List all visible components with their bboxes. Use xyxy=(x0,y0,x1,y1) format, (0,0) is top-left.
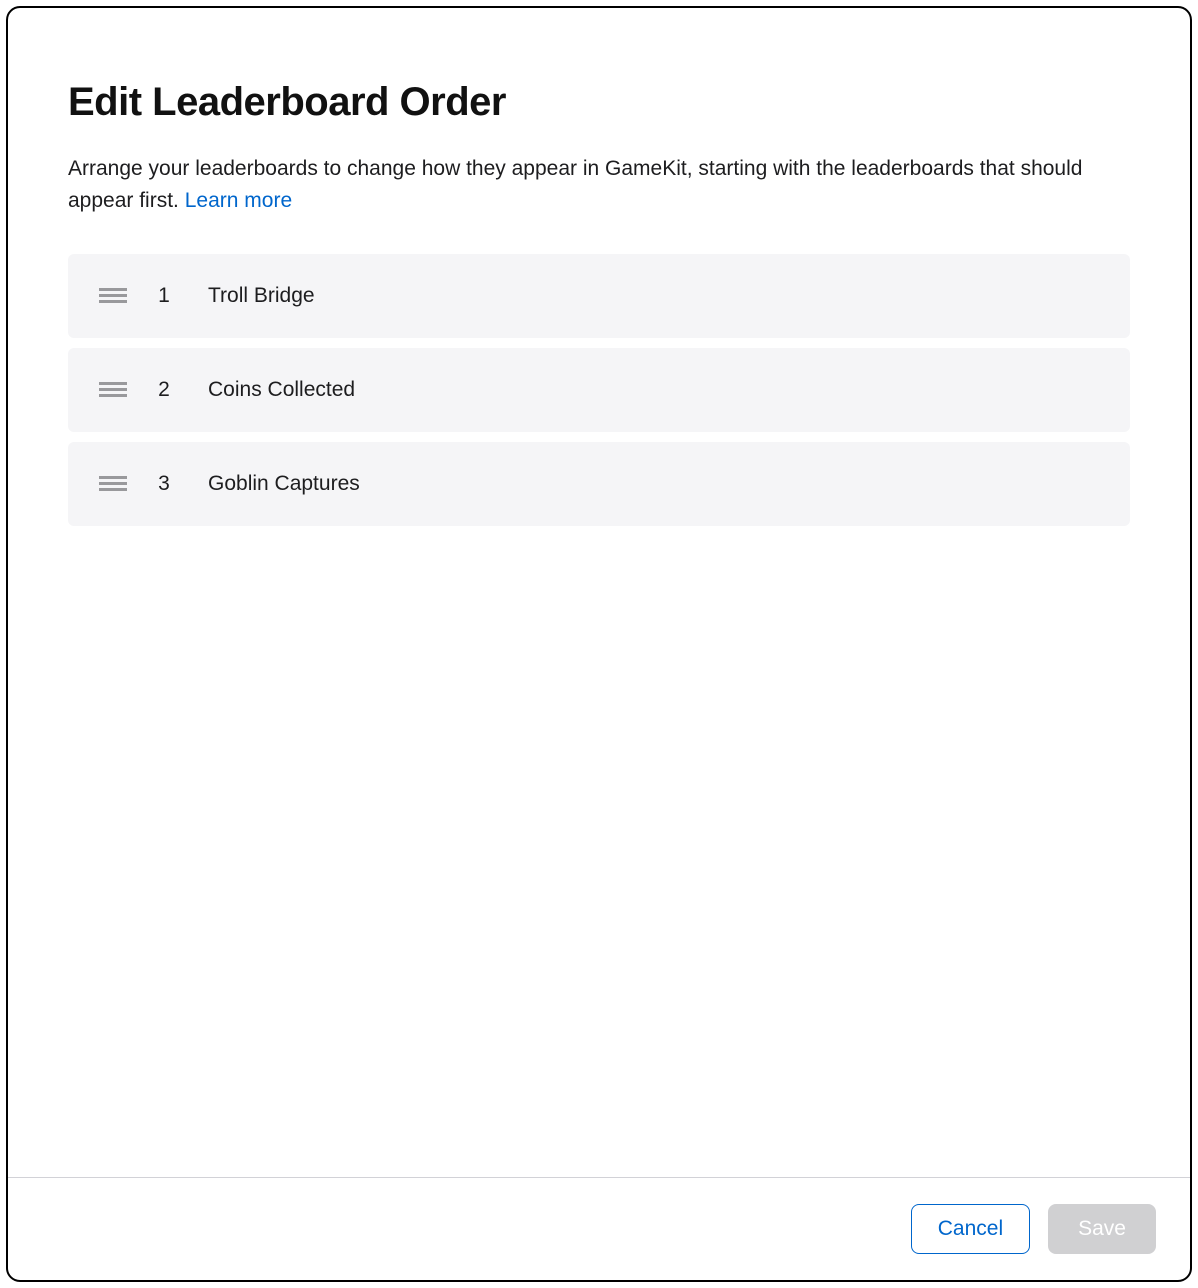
row-index: 2 xyxy=(128,378,200,402)
drag-handle-icon[interactable] xyxy=(98,382,128,398)
row-label: Goblin Captures xyxy=(208,472,360,496)
list-item[interactable]: 3 Goblin Captures xyxy=(68,442,1130,526)
save-button[interactable]: Save xyxy=(1048,1204,1156,1254)
modal-footer: Cancel Save xyxy=(8,1177,1190,1280)
row-label: Troll Bridge xyxy=(208,284,315,308)
list-item[interactable]: 2 Coins Collected xyxy=(68,348,1130,432)
row-label: Coins Collected xyxy=(208,378,355,402)
edit-leaderboard-order-modal: Edit Leaderboard Order Arrange your lead… xyxy=(6,6,1192,1282)
modal-description: Arrange your leaderboards to change how … xyxy=(68,153,1130,216)
row-index: 1 xyxy=(128,284,200,308)
modal-title: Edit Leaderboard Order xyxy=(68,80,1130,125)
cancel-button[interactable]: Cancel xyxy=(911,1204,1030,1254)
drag-handle-icon[interactable] xyxy=(98,288,128,304)
row-index: 3 xyxy=(128,472,200,496)
learn-more-link[interactable]: Learn more xyxy=(185,189,292,212)
list-item[interactable]: 1 Troll Bridge xyxy=(68,254,1130,338)
modal-content: Edit Leaderboard Order Arrange your lead… xyxy=(8,8,1190,1177)
drag-handle-icon[interactable] xyxy=(98,476,128,492)
leaderboard-list: 1 Troll Bridge 2 Coins Collected xyxy=(68,254,1130,526)
